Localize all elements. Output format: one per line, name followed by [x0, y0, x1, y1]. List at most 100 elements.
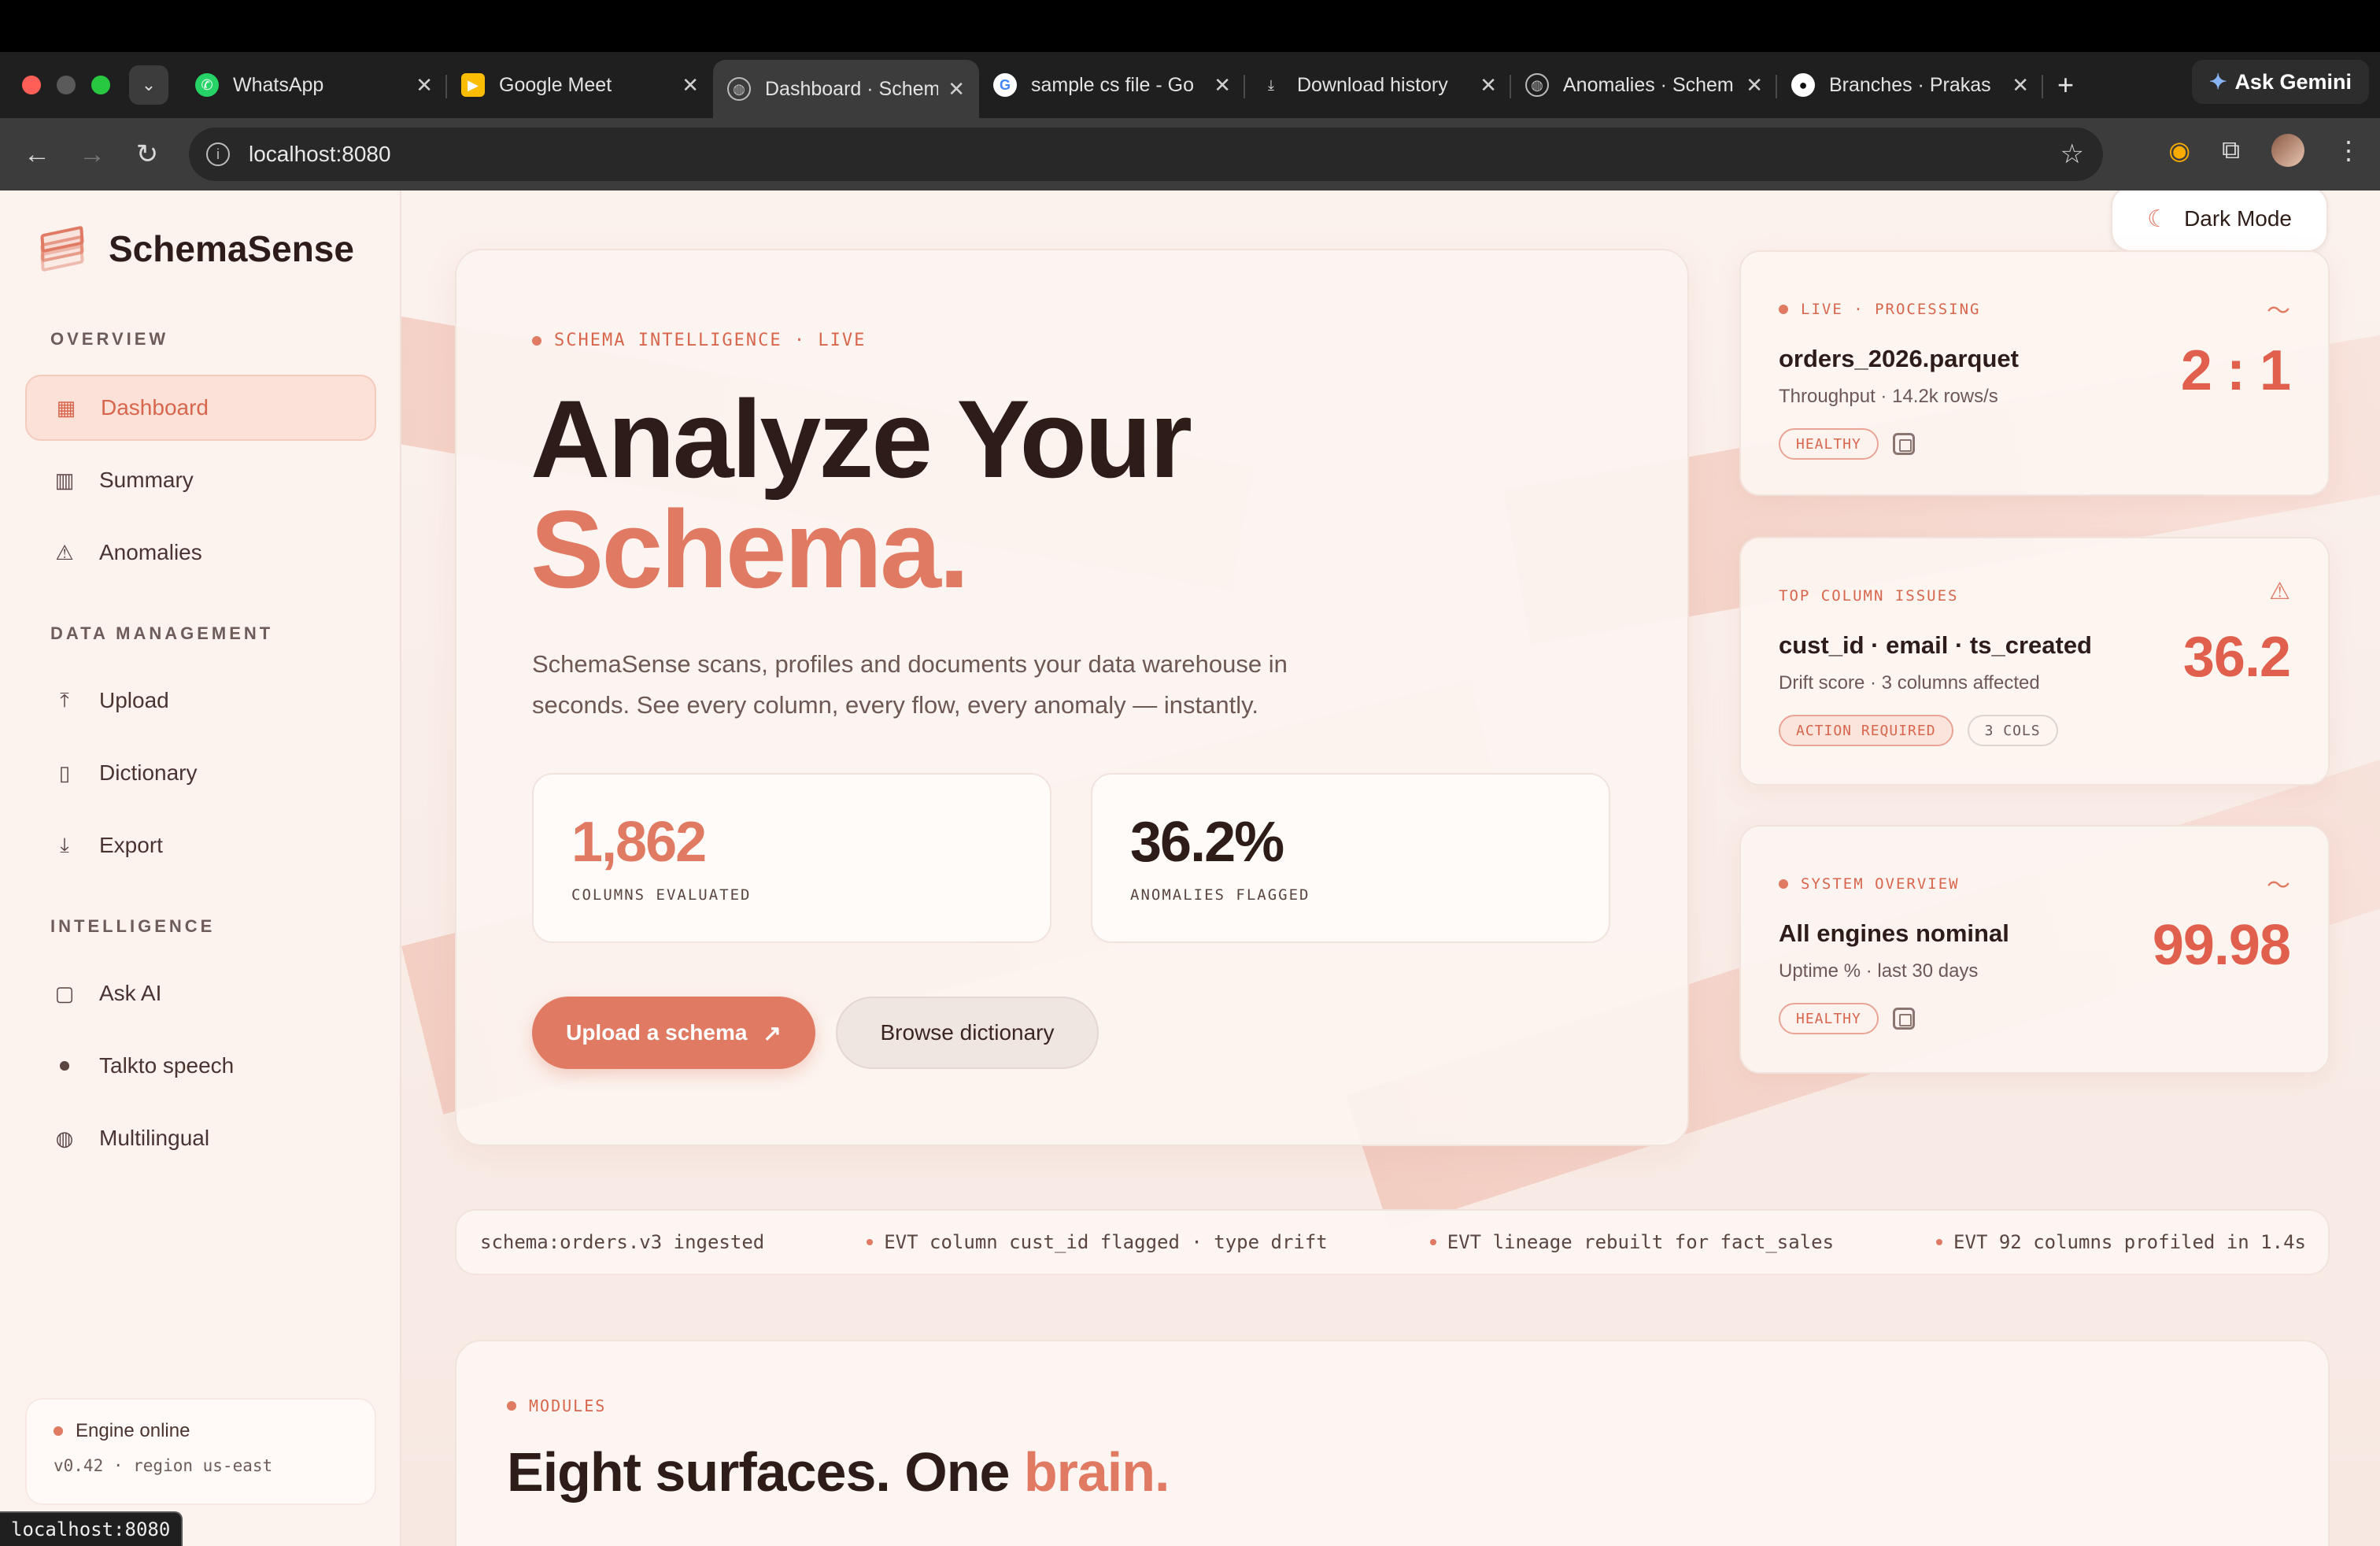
system-overview-card: SYSTEM OVERVIEW 〜 All engines nominal Up… [1739, 825, 2330, 1074]
sidebar-item-export[interactable]: ⤓ Export [25, 812, 376, 878]
modules-kicker-text: MODULES [529, 1396, 607, 1415]
site-info-icon[interactable]: i [206, 142, 230, 166]
url-text[interactable]: localhost:8080 [249, 142, 391, 167]
stat-label: COLUMNS EVALUATED [571, 886, 752, 904]
stat-value: 1,862 [571, 811, 707, 874]
close-tab-icon[interactable]: ✕ [1746, 73, 1763, 98]
browser-tab[interactable]: ⤓ Download history ✕ [1245, 59, 1511, 111]
ticker-item: schema:orders.v3 ingested [480, 1231, 764, 1253]
sidebar-item-talkto-speech[interactable]: ⏺ Talkto speech [25, 1033, 376, 1099]
warning-icon: ⚠ [2269, 579, 2290, 605]
column-count-badge: 3 COLS [1967, 715, 2058, 746]
sidebar-item-multilingual[interactable]: ◍ Multilingual [25, 1105, 376, 1171]
maximize-window-button[interactable] [91, 76, 110, 94]
cpu-chip-icon [1892, 1008, 1915, 1030]
moon-icon: ☾ [2147, 205, 2169, 232]
card-badges: HEALTHY [1779, 428, 1915, 460]
live-processing-card: LIVE · PROCESSING 〜 orders_2026.parquet … [1739, 250, 2330, 496]
status-badge: HEALTHY [1779, 428, 1879, 460]
section-data-management: DATA MANAGEMENT [50, 623, 274, 643]
browser-menu-icon[interactable]: ⋮ [2336, 135, 2361, 165]
browser-tab[interactable]: ✆ WhatsApp ✕ [181, 59, 447, 111]
sidebar-item-anomalies[interactable]: ⚠ Anomalies [25, 520, 376, 586]
warning-icon: ⚠ [55, 540, 74, 564]
modules-title: Eight surfaces. One brain. [507, 1441, 1170, 1503]
tab-title: Branches · Prakas [1829, 73, 1991, 96]
arrow-up-right-icon: ↗ [763, 1020, 782, 1045]
ticker-text: schema:orders.v3 ingested [480, 1231, 765, 1253]
reload-icon[interactable]: ↻ [120, 139, 175, 170]
sidebar-item-label: Upload [99, 688, 169, 712]
sidebar-item-dictionary[interactable]: ▯ Dictionary [25, 740, 376, 806]
close-window-button[interactable] [22, 76, 41, 94]
sidebar-item-upload[interactable]: ⤒ Upload [25, 668, 376, 734]
close-tab-icon[interactable]: ✕ [2012, 73, 2029, 98]
stat-columns-evaluated: 1,862 COLUMNS EVALUATED [532, 773, 1051, 943]
upload-icon: ⤒ [60, 688, 69, 712]
card-subtitle: Uptime % · last 30 days [1779, 960, 1979, 982]
browser-tab[interactable]: ● Branches · Prakas ✕ [1777, 59, 2043, 111]
sidebar-item-label: Multilingual [99, 1126, 210, 1150]
hero-card: SCHEMA INTELLIGENCE · LIVE Analyze Your … [455, 249, 1689, 1146]
engine-detail-text: v0.42 · region us-east [54, 1456, 273, 1475]
browse-dictionary-button[interactable]: Browse dictionary [836, 997, 1099, 1069]
card-subtitle: Throughput · 14.2k rows/s [1779, 386, 1998, 407]
browser-toolbar: ← → ↻ i localhost:8080 ☆ ◉ ⧉ ⋮ [0, 118, 2380, 190]
address-bar[interactable]: i localhost:8080 ☆ [189, 128, 2103, 181]
card-badges: HEALTHY [1779, 1003, 1915, 1034]
card-title: orders_2026.parquet [1779, 345, 2019, 372]
back-arrow-icon[interactable]: ← [9, 139, 65, 170]
sidebar-item-ask-ai[interactable]: ▢ Ask AI [25, 960, 376, 1026]
sidebar-item-summary[interactable]: ▥ Summary [25, 447, 376, 513]
card-title: cust_id · email · ts_created [1779, 631, 2092, 659]
cpu-chip-icon [1892, 433, 1915, 455]
ticker-item: EVT 92 columns profiled in 1.4s [1936, 1231, 2306, 1253]
extensions-puzzle-icon[interactable]: ⧉ [2222, 135, 2240, 165]
browser-tab[interactable]: G sample cs file - Go ✕ [979, 59, 1245, 111]
download-icon: ⤓ [1268, 76, 1274, 93]
card-value: 36.2 [2182, 626, 2291, 689]
live-dot [532, 335, 541, 346]
browser-tab[interactable]: ◍ Anomalies · Schem ✕ [1511, 59, 1777, 111]
status-badge: HEALTHY [1779, 1003, 1879, 1034]
browser-tab[interactable]: ▶ Google Meet ✕ [447, 59, 713, 111]
engine-status-card: Engine online v0.42 · region us-east [25, 1398, 376, 1505]
upload-schema-label: Upload a schema [566, 1020, 748, 1045]
close-tab-icon[interactable]: ✕ [948, 77, 965, 102]
hero-title-line2: Schema. [530, 487, 970, 611]
close-tab-icon[interactable]: ✕ [1480, 73, 1497, 98]
ask-gemini-label: Ask Gemini [2234, 69, 2352, 94]
extension-icon[interactable]: ◉ [2168, 135, 2190, 165]
close-tab-icon[interactable]: ✕ [416, 73, 433, 98]
globe-icon: ◍ [1525, 73, 1549, 97]
dark-mode-label: Dark Mode [2184, 206, 2292, 231]
bar-chart-icon: ▥ [54, 468, 75, 492]
card-subtitle: Drift score · 3 columns affected [1779, 672, 2040, 693]
upload-schema-button[interactable]: Upload a schema ↗ [532, 997, 815, 1069]
app-root: SchemaSense OVERVIEW ▦ Dashboard ▥ Summa… [0, 190, 2380, 1546]
ask-gemini-button[interactable]: ✦ Ask Gemini [2191, 60, 2369, 104]
hero-lead: SchemaSense scans, profiles and document… [532, 650, 1288, 719]
tab-search-button[interactable]: ⌄ [129, 65, 168, 105]
brand-logo[interactable]: SchemaSense [35, 225, 354, 272]
card-badges: ACTION REQUIRED 3 COLS [1779, 715, 2058, 746]
minimize-window-button[interactable] [57, 76, 76, 94]
tab-title: Download history [1297, 73, 1448, 96]
google-icon: G [993, 73, 1017, 97]
close-tab-icon[interactable]: ✕ [682, 73, 699, 98]
card-kicker: LIVE · PROCESSING [1779, 301, 1980, 318]
status-dot [54, 1426, 63, 1436]
bookmark-star-icon[interactable]: ☆ [2060, 139, 2084, 170]
hero-kicker-text: SCHEMA INTELLIGENCE · LIVE [554, 331, 867, 350]
browser-tab-active[interactable]: ◍ Dashboard · Schem ✕ [713, 60, 979, 118]
stat-label: ANOMALIES FLAGGED [1130, 886, 1310, 904]
sidebar-item-dashboard[interactable]: ▦ Dashboard [25, 375, 376, 441]
new-tab-button[interactable]: + [2057, 68, 2074, 102]
card-kicker: TOP COLUMN ISSUES [1779, 587, 1958, 605]
profile-avatar[interactable] [2271, 134, 2304, 167]
close-tab-icon[interactable]: ✕ [1214, 73, 1231, 98]
forward-arrow-icon[interactable]: → [65, 139, 120, 170]
book-icon: ▯ [58, 760, 71, 785]
dark-mode-toggle[interactable]: ☾ Dark Mode [2111, 190, 2328, 252]
chat-icon: ▢ [54, 981, 75, 1005]
